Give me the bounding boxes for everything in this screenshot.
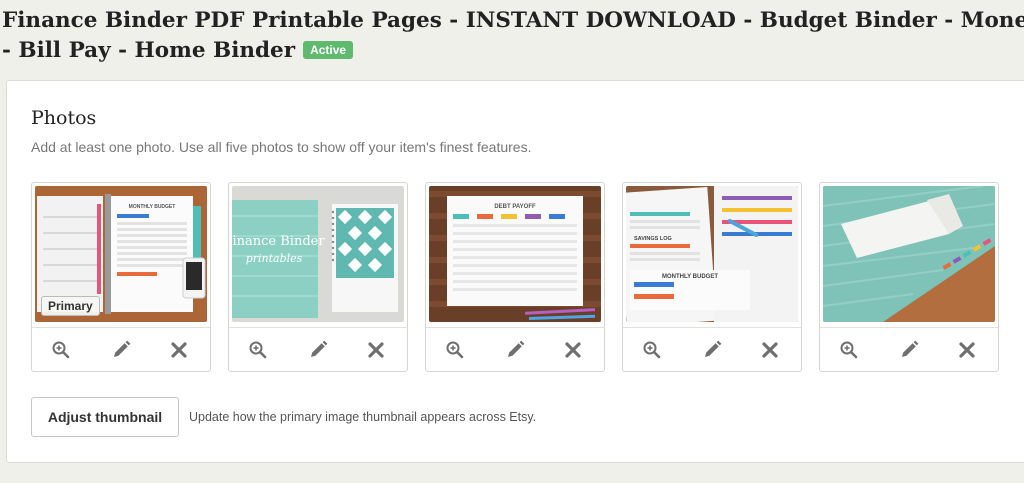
close-icon[interactable]	[562, 339, 584, 361]
photo-2-actions	[229, 327, 407, 371]
listing-title: Finance Binder PDF Printable Pages - INS…	[2, 6, 1024, 66]
listing-title-line-2: - Bill Pay - Home Binder Active	[2, 36, 1024, 66]
photos-panel: Photos Add at least one photo. Use all f…	[6, 80, 1024, 463]
photo-4-caption-1: SAVINGS LOG	[634, 236, 672, 242]
photo-card-4: SAVINGS LOG MONTHLY BUDGET	[622, 182, 802, 372]
photo-thumbnail-5[interactable]	[823, 186, 995, 322]
close-icon[interactable]	[365, 339, 387, 361]
photo-card-5	[819, 182, 999, 372]
photo-1-actions	[32, 327, 210, 371]
status-badge: Active	[303, 41, 354, 59]
zoom-in-icon[interactable]	[641, 339, 663, 361]
photo-card-3: DEBT PAYOFF	[425, 182, 605, 372]
photo-card-2: Finance Binder printables	[228, 182, 408, 372]
photo-2-title: Finance Binder	[232, 234, 325, 249]
photo-3-actions	[426, 327, 604, 371]
adjust-thumbnail-description: Update how the primary image thumbnail a…	[189, 410, 537, 424]
zoom-in-icon[interactable]	[444, 339, 466, 361]
photo-2-subtitle: printables	[246, 252, 303, 265]
photo-3-caption: DEBT PAYOFF	[494, 204, 536, 210]
zoom-in-icon[interactable]	[247, 339, 269, 361]
photo-3-image: DEBT PAYOFF	[429, 186, 601, 322]
photo-card-1: MONTHLY BUDGET Primary	[31, 182, 211, 372]
pencil-icon[interactable]	[110, 339, 132, 361]
photo-4-caption-2: MONTHLY BUDGET	[662, 274, 718, 280]
photo-thumbnail-3[interactable]: DEBT PAYOFF	[429, 186, 601, 322]
photo-5-image	[823, 186, 995, 322]
zoom-in-icon[interactable]	[50, 339, 72, 361]
adjust-thumbnail-button[interactable]: Adjust thumbnail	[31, 397, 179, 437]
pencil-icon[interactable]	[504, 339, 526, 361]
listing-title-line-1: Finance Binder PDF Printable Pages - INS…	[2, 8, 1024, 33]
pencil-icon[interactable]	[307, 339, 329, 361]
photo-4-image: SAVINGS LOG MONTHLY BUDGET	[626, 186, 798, 322]
photo-1-caption: MONTHLY BUDGET	[129, 204, 176, 210]
listing-title-line-2-text: - Bill Pay - Home Binder	[2, 38, 296, 63]
photo-5-actions	[820, 327, 998, 371]
photo-thumbnail-1[interactable]: MONTHLY BUDGET Primary	[35, 186, 207, 322]
close-icon[interactable]	[168, 339, 190, 361]
zoom-in-icon[interactable]	[838, 339, 860, 361]
photo-thumbnail-4[interactable]: SAVINGS LOG MONTHLY BUDGET	[626, 186, 798, 322]
pencil-icon[interactable]	[701, 339, 723, 361]
photo-thumbnail-2[interactable]: Finance Binder printables	[232, 186, 404, 322]
photo-2-image: Finance Binder printables	[232, 186, 404, 322]
close-icon[interactable]	[956, 339, 978, 361]
photo-4-actions	[623, 327, 801, 371]
pencil-icon[interactable]	[898, 339, 920, 361]
photos-section-title: Photos	[31, 107, 97, 129]
primary-label: Primary	[41, 296, 100, 316]
photos-section-description: Add at least one photo. Use all five pho…	[31, 139, 532, 155]
close-icon[interactable]	[759, 339, 781, 361]
